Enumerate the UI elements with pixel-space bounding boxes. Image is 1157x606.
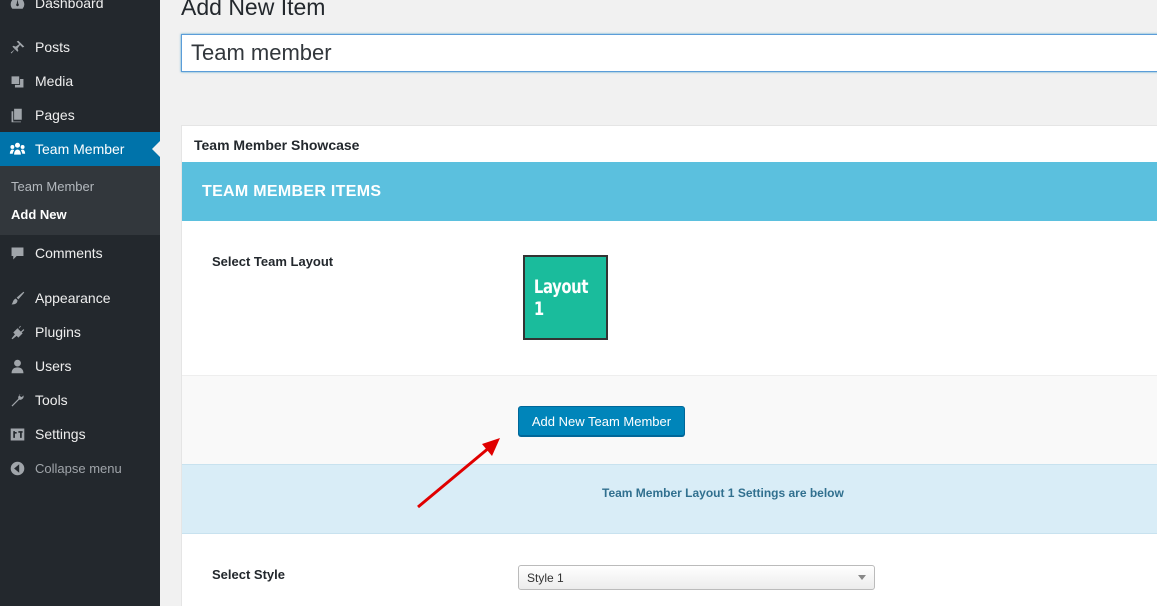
layout-label: Select Team Layout [212, 254, 334, 269]
team-member-showcase-box: Team Member Showcase TEAM MEMBER ITEMS S… [181, 125, 1157, 606]
menu-label: Appearance [35, 290, 111, 306]
collapse-menu[interactable]: Collapse menu [0, 451, 160, 485]
menu-team-member[interactable]: Team Member [0, 132, 160, 166]
menu-pages[interactable]: Pages [0, 98, 160, 132]
submenu-team-member[interactable]: Team Member [11, 179, 94, 194]
menu-dashboard[interactable]: Dashboard [0, 0, 160, 20]
menu-users[interactable]: Users [0, 349, 160, 383]
menu-label: Posts [35, 39, 71, 55]
settings-icon [9, 426, 26, 443]
team-icon [9, 141, 26, 158]
submenu-add-new[interactable]: Add New [11, 207, 67, 222]
menu-label: Users [35, 358, 72, 374]
page-title: Add New Item [181, 0, 326, 20]
wrench-icon [9, 392, 26, 409]
title-input[interactable] [181, 34, 1157, 72]
media-icon [9, 73, 26, 90]
style-label: Select Style [212, 567, 285, 582]
dashboard-icon [9, 0, 26, 12]
items-header: TEAM MEMBER ITEMS [182, 162, 1157, 221]
admin-sidebar: Dashboard Posts Media Pages Team Member … [0, 0, 160, 606]
menu-label: Plugins [35, 324, 81, 340]
plugin-icon [9, 324, 26, 341]
pages-icon [9, 107, 26, 124]
settings-notice-text: Team Member Layout 1 Settings are below [602, 486, 844, 500]
menu-appearance[interactable]: Appearance [0, 281, 160, 315]
metabox-title: Team Member Showcase [194, 137, 360, 153]
collapse-icon [9, 460, 26, 477]
menu-label: Team Member [35, 141, 125, 157]
menu-comments[interactable]: Comments [0, 236, 160, 270]
menu-label: Pages [35, 107, 75, 123]
menu-label: Media [35, 73, 74, 89]
menu-posts[interactable]: Posts [0, 30, 160, 64]
team-member-submenu: Team Member Add New [0, 166, 160, 235]
style-select[interactable]: Style 1 [518, 565, 875, 590]
red-arrow-annotation [417, 438, 500, 509]
menu-label: Collapse menu [35, 460, 122, 476]
menu-settings[interactable]: Settings [0, 417, 160, 451]
menu-label: Settings [35, 426, 86, 442]
layout-thumb-label: Layout 1 [533, 275, 589, 320]
menu-label: Comments [35, 245, 103, 261]
settings-notice: Team Member Layout 1 Settings are below [182, 464, 1157, 534]
layout-1-option[interactable]: Layout 1 [523, 255, 608, 340]
items-header-title: TEAM MEMBER ITEMS [202, 183, 382, 200]
style-select-value: Style 1 [527, 570, 564, 585]
add-new-team-member-button[interactable]: Add New Team Member [518, 406, 685, 436]
pin-icon [9, 39, 26, 56]
paintbrush-icon [9, 290, 26, 307]
comments-icon [9, 245, 26, 262]
add-member-row: Add New Team Member [182, 375, 1157, 464]
users-icon [9, 358, 26, 375]
chevron-down-icon [858, 575, 866, 580]
menu-label: Tools [35, 392, 68, 408]
menu-media[interactable]: Media [0, 64, 160, 98]
menu-tools[interactable]: Tools [0, 383, 160, 417]
menu-label: Dashboard [35, 0, 104, 11]
menu-plugins[interactable]: Plugins [0, 315, 160, 349]
